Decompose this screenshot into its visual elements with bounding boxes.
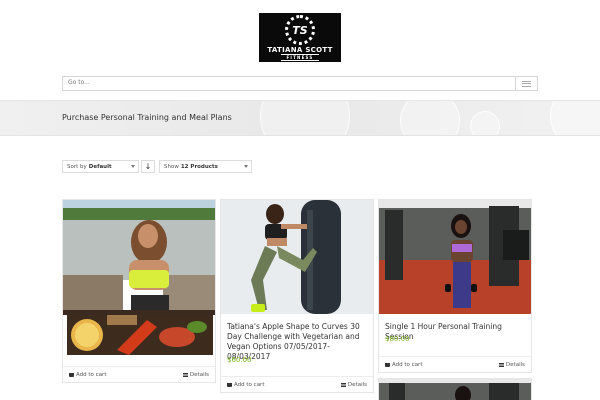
show-count-dropdown[interactable]: Show 12 Products [159,160,252,173]
product-card: Add to cart Details [62,199,216,383]
product-photo[interactable] [379,379,532,400]
add-to-cart-label: Add to cart [392,362,423,368]
nav-select[interactable]: Go to... [62,76,538,91]
product-photo [221,200,373,314]
sort-order-button[interactable]: ↓ [141,160,155,173]
details-label: Details [189,372,209,378]
cart-icon [385,363,390,367]
add-to-cart-button[interactable]: Add to cart [69,372,106,378]
sort-by-dropdown[interactable]: Sort by Default [62,160,139,173]
list-icon [498,363,504,367]
add-to-cart-button[interactable]: Add to cart [385,362,422,368]
add-to-cart-label: Add to cart [234,382,265,388]
add-to-cart-label: Add to cart [76,372,107,378]
list-icon [182,373,188,377]
product-price: $60.00 [227,356,252,364]
arrow-down-icon: ↓ [144,162,152,171]
cart-icon [227,383,232,387]
details-label: Details [347,382,367,388]
product-card [378,378,532,400]
nav-select-placeholder: Go to... [68,79,90,86]
product-photo [379,200,531,314]
product-card: Tatiana's Apple Shape to Curves 30 Day C… [220,199,374,393]
product-photo [63,200,215,315]
product-price: $80.00 [385,335,410,343]
chevron-down-icon [244,165,248,168]
list-icon [340,383,346,387]
product-card: Single 1 Hour Personal Training Session … [378,199,532,373]
add-to-cart-button[interactable]: Add to cart [227,382,264,388]
details-link[interactable]: Details [498,362,525,368]
show-count-value: 12 Products [180,163,218,170]
product-actions: Add to cart Details [221,376,373,392]
logo-subtitle: FITNESS [281,54,319,61]
cart-icon [69,373,74,377]
logo-name: TATIANA SCOTT [267,46,333,54]
product-actions: Add to cart Details [63,366,215,382]
details-link[interactable]: Details [182,372,209,378]
details-label: Details [505,362,525,368]
product-image[interactable] [63,200,215,315]
details-link[interactable]: Details [340,382,367,388]
sort-by-label: Sort by [67,163,87,170]
banner-bubble-decoration [400,101,460,135]
hamburger-menu-icon[interactable] [515,77,537,90]
page-title: Purchase Personal Training and Meal Plan… [62,113,232,122]
show-count-label: Show [164,163,179,170]
product-image[interactable] [379,200,531,314]
product-image[interactable] [221,200,373,314]
meal-photo [71,315,207,355]
page-title-banner: Purchase Personal Training and Meal Plan… [0,100,600,136]
logo-badge-icon: TS [285,15,315,45]
chevron-down-icon [131,165,135,168]
product-actions: Add to cart Details [379,356,531,372]
site-header: TS TATIANA SCOTT FITNESS [0,0,600,72]
banner-bubble-decoration [470,111,500,135]
logo-initials: TS [292,23,308,37]
banner-bubble-decoration [550,101,600,135]
banner-bubble-decoration [260,101,350,135]
meal-image [67,315,213,355]
site-logo[interactable]: TS TATIANA SCOTT FITNESS [259,13,341,62]
sort-by-value: Default [88,163,112,170]
